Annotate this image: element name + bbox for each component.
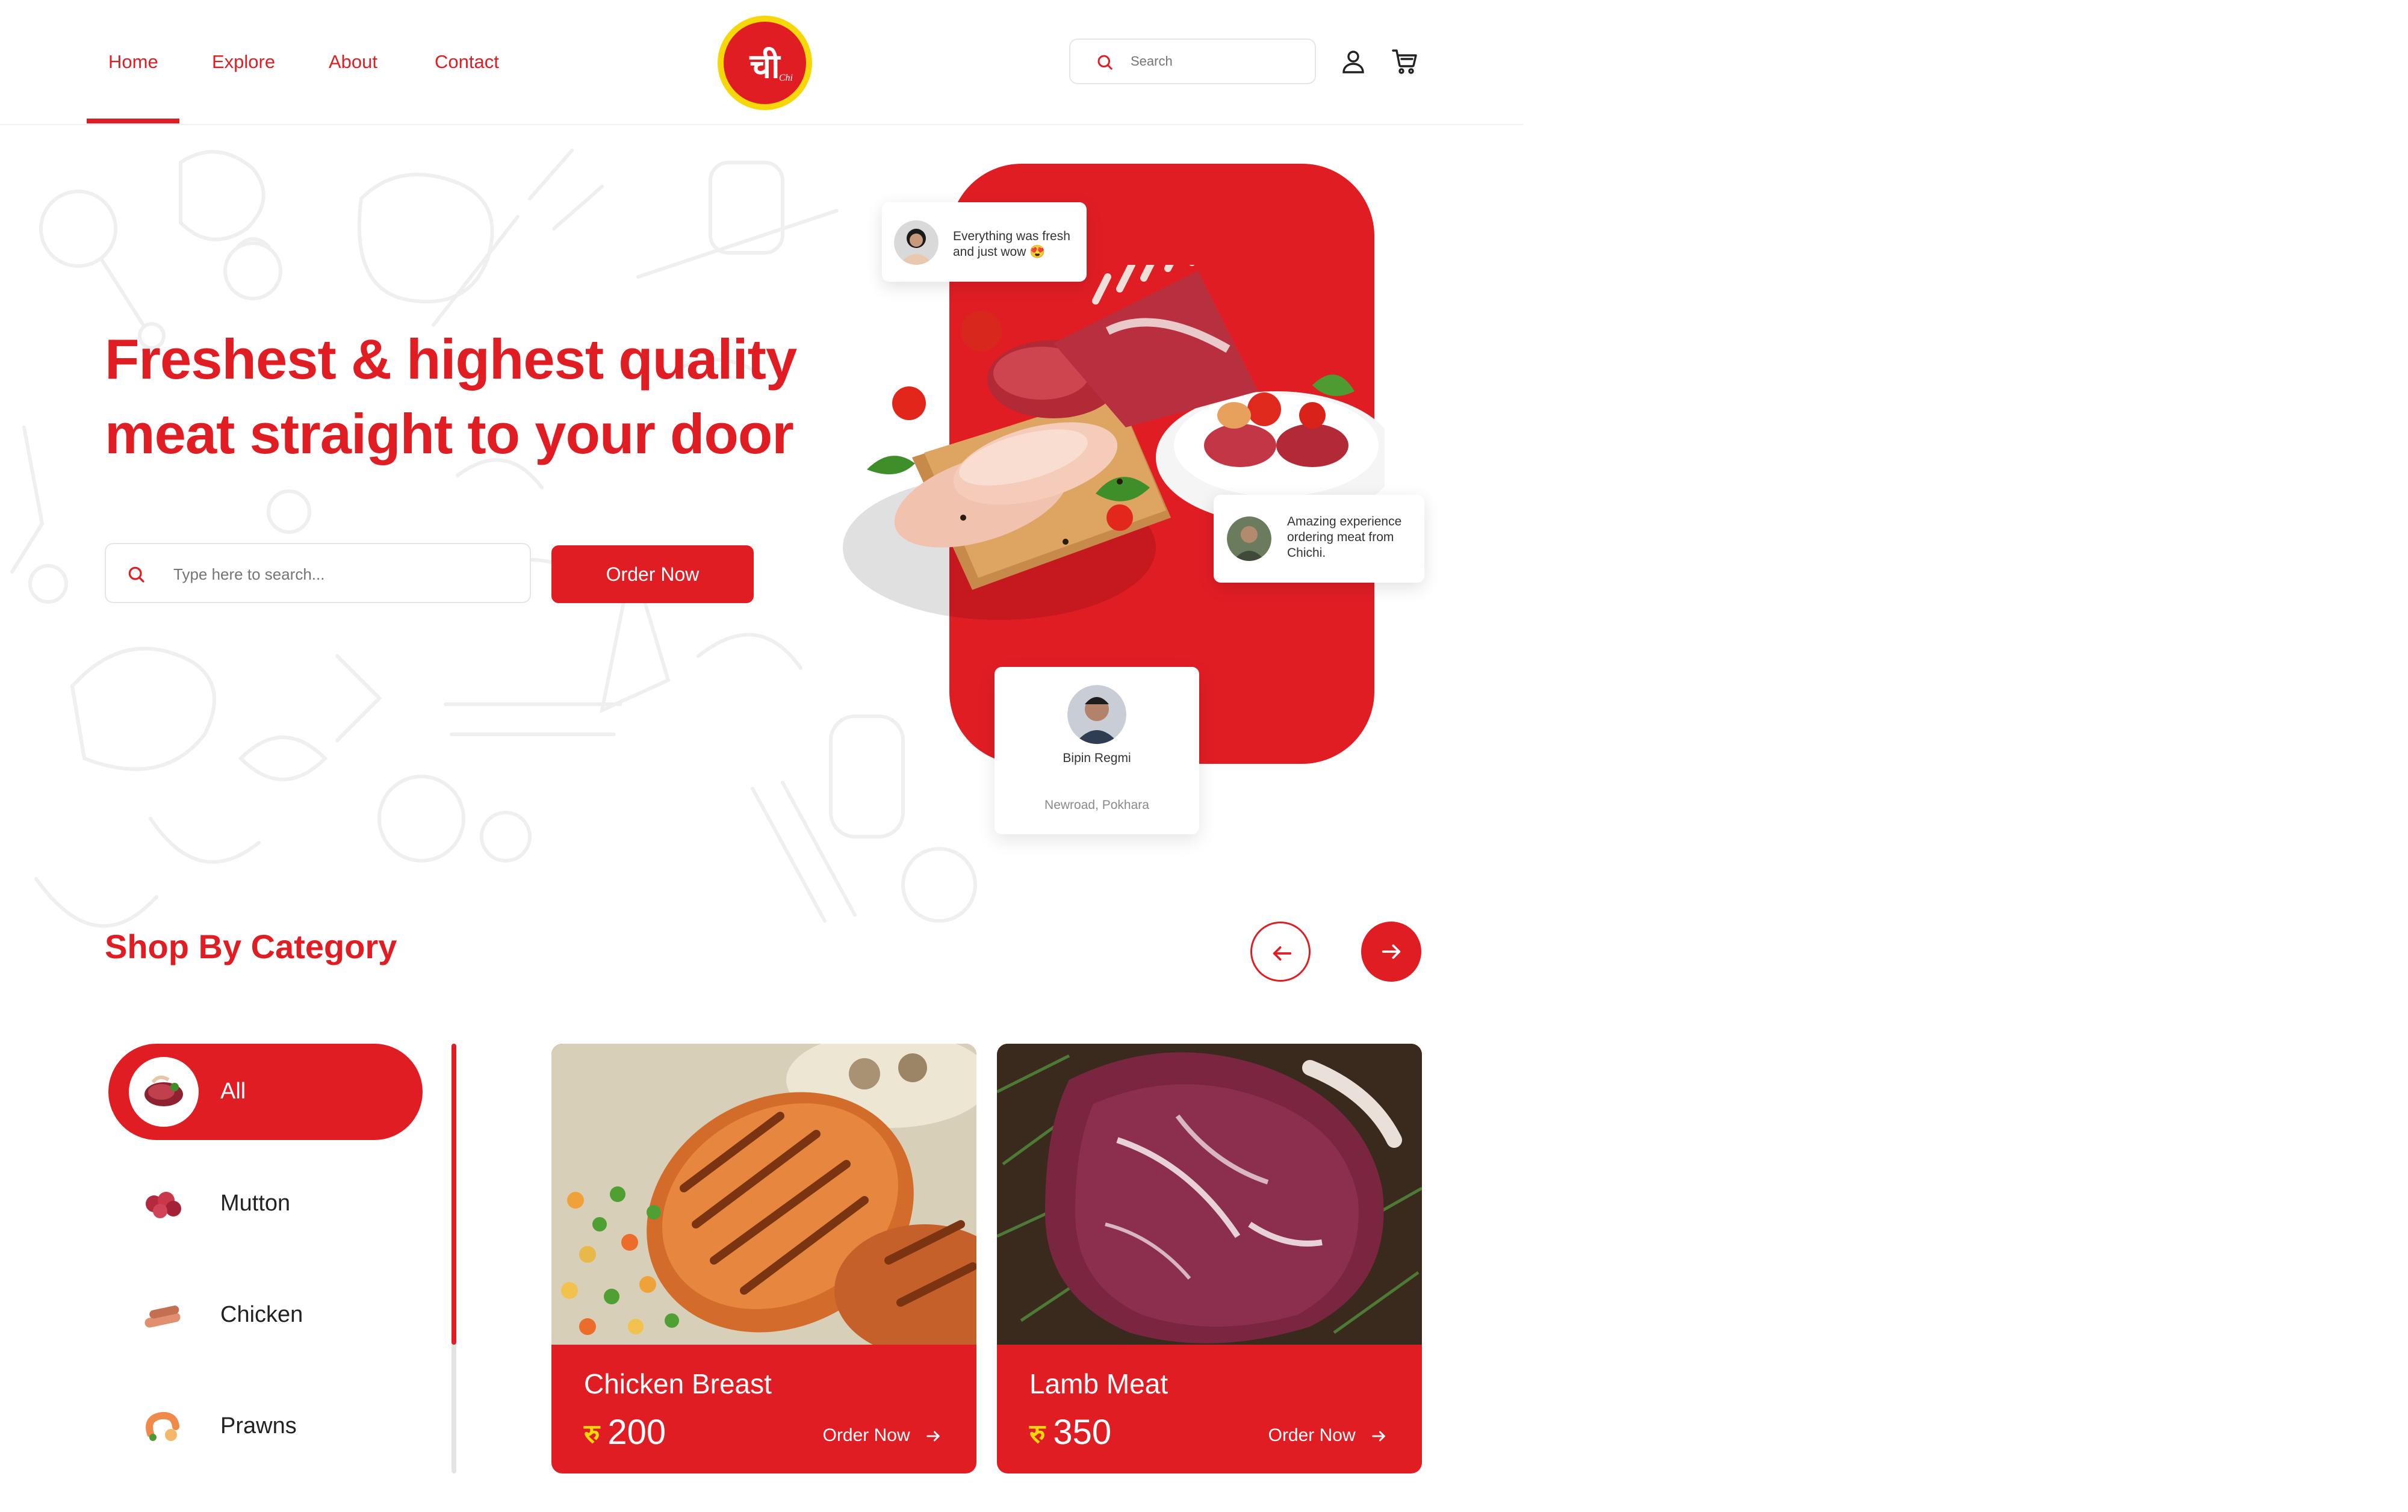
product-price: रु 200 — [584, 1412, 666, 1452]
section-title: Shop By Category — [105, 928, 397, 965]
logo-subtext: Chi — [778, 73, 793, 83]
order-now-button[interactable]: Order Now — [551, 545, 754, 603]
arrow-right-icon — [1372, 1431, 1385, 1442]
category-prawns-thumb — [129, 1392, 199, 1461]
nav-home[interactable]: Home — [108, 51, 158, 73]
product-photo-chicken-breast — [551, 1044, 976, 1345]
arrow-left-icon — [1273, 946, 1292, 961]
reviewer-avatar — [1227, 516, 1271, 561]
hero-headline-line1: Freshest & highest quality — [105, 327, 797, 391]
category-all[interactable]: All — [108, 1044, 423, 1140]
category-scrollbar-thumb[interactable] — [452, 1044, 456, 1345]
cart-icon[interactable] — [1391, 47, 1420, 76]
review-text-line2: ordering meat from — [1287, 530, 1394, 544]
currency-symbol: रु — [584, 1418, 600, 1449]
product-card-chicken-breast[interactable]: Chicken Breast रु 200 Order Now — [551, 1044, 976, 1473]
category-all-thumb — [129, 1057, 199, 1127]
user-icon[interactable] — [1339, 47, 1368, 76]
search-icon — [128, 566, 144, 583]
product-price-value: 350 — [1053, 1413, 1112, 1452]
product-price: रु 350 — [1029, 1412, 1111, 1452]
profile-name: Bipin Regmi — [1063, 751, 1131, 765]
review-text-line1: Everything was fresh — [953, 229, 1070, 243]
category-chicken[interactable]: Chicken — [108, 1267, 423, 1363]
nav-explore[interactable]: Explore — [212, 51, 275, 73]
review-text-line3: Chichi. — [1287, 546, 1326, 560]
hero-search-box[interactable] — [105, 543, 531, 603]
product-price-value: 200 — [607, 1413, 666, 1452]
review-card-1: Everything was fresh and just wow 😍 — [882, 202, 1087, 282]
header-search-box[interactable] — [1069, 39, 1316, 84]
nav-contact[interactable]: Contact — [435, 51, 499, 73]
arrow-right-icon — [926, 1431, 940, 1442]
carousel-prev-button[interactable] — [1250, 922, 1311, 982]
category-label: Prawns — [220, 1413, 297, 1439]
category-label: Chicken — [220, 1302, 303, 1327]
top-header: Home Explore About Contact ची Chi — [0, 0, 1523, 125]
hero-headline-line2: meat straight to your door — [105, 402, 794, 465]
nav-active-indicator — [87, 119, 179, 123]
product-order-label: Order Now — [1268, 1425, 1356, 1445]
meat-platter-image — [843, 265, 1385, 620]
product-order-link[interactable]: Order Now — [1268, 1425, 1387, 1446]
category-prawns[interactable]: Prawns — [108, 1378, 423, 1475]
product-order-link[interactable]: Order Now — [823, 1425, 942, 1446]
arrow-right-icon — [1382, 944, 1401, 959]
product-name: Chicken Breast — [584, 1368, 772, 1399]
category-mutton-thumb — [129, 1169, 199, 1239]
currency-symbol: रु — [1029, 1418, 1046, 1449]
product-name: Lamb Meat — [1029, 1368, 1168, 1399]
reviewer-avatar — [894, 220, 939, 265]
category-label: All — [220, 1079, 246, 1104]
profile-avatar — [1067, 685, 1126, 744]
category-label: Mutton — [220, 1191, 291, 1216]
review-card-2: Amazing experience ordering meat from Ch… — [1214, 495, 1424, 583]
product-order-label: Order Now — [822, 1425, 910, 1445]
brand-logo[interactable]: ची Chi — [718, 16, 812, 110]
hero-search-input[interactable] — [173, 562, 510, 586]
product-photo-lamb-meat — [997, 1044, 1422, 1345]
customer-profile-card: Bipin Regmi Newroad, Pokhara — [995, 667, 1199, 834]
category-scrollbar[interactable] — [452, 1044, 456, 1473]
category-mutton[interactable]: Mutton — [108, 1156, 423, 1252]
carousel-next-button[interactable] — [1361, 922, 1421, 982]
hero-headline: Freshest & highest quality meat straight… — [105, 322, 827, 471]
nav-about[interactable]: About — [329, 51, 377, 73]
logo-text: ची — [749, 46, 780, 86]
product-card-lamb-meat[interactable]: Lamb Meat रु 350 Order Now — [997, 1044, 1422, 1473]
review-text-line2: and just wow 😍 — [953, 245, 1046, 259]
profile-location: Newroad, Pokhara — [1044, 798, 1149, 812]
search-icon — [1097, 55, 1112, 70]
category-chicken-thumb — [129, 1280, 199, 1350]
header-search-input[interactable] — [1131, 49, 1299, 73]
review-text-line1: Amazing experience — [1287, 515, 1402, 528]
